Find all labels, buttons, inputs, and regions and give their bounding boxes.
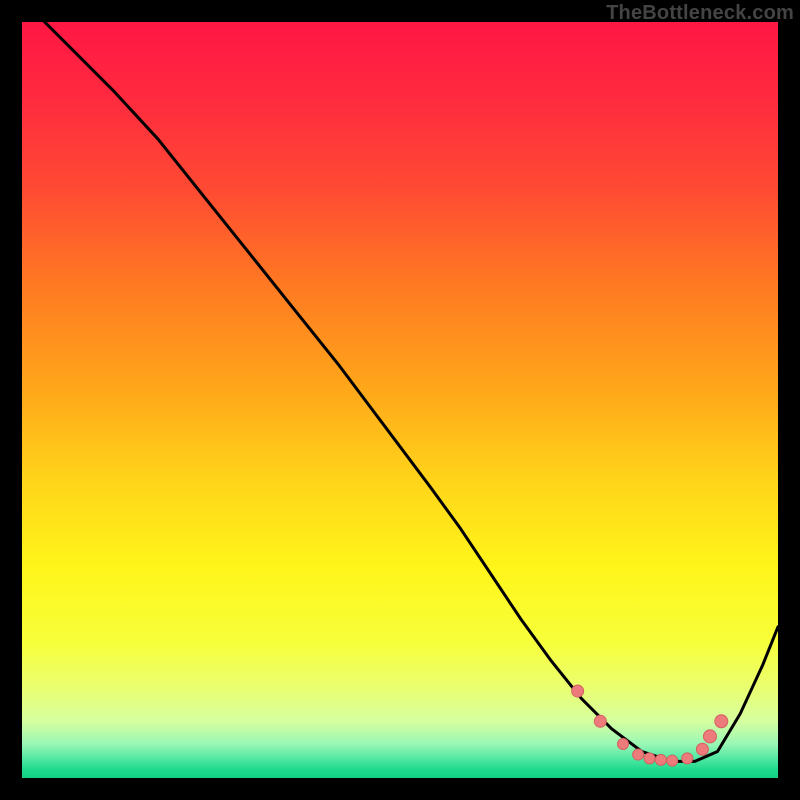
valley-dot [572, 685, 584, 697]
valley-dot [594, 715, 606, 727]
watermark-text: TheBottleneck.com [606, 2, 794, 25]
valley-dot [682, 753, 693, 764]
valley-dot [703, 730, 716, 743]
valley-dot [644, 753, 655, 764]
chart-area [22, 22, 778, 778]
valley-dot [633, 749, 644, 760]
valley-dot [667, 755, 678, 766]
valley-dot [655, 754, 666, 765]
chart-svg [22, 22, 778, 778]
valley-dot [696, 743, 708, 755]
valley-dot [618, 738, 629, 749]
outer-frame: TheBottleneck.com [0, 0, 800, 800]
gradient-background [22, 22, 778, 778]
valley-dot [715, 715, 728, 728]
